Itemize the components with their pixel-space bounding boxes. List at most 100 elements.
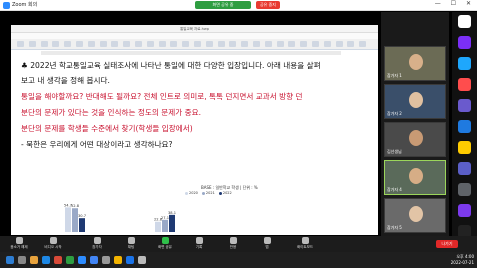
- chart-bar: [79, 218, 85, 232]
- document-line: 통일을 해야할까요? 반대해도 될까요? 전체 인트로 의미로, 톡톡 던지면서…: [21, 92, 303, 101]
- ribbon-tool-icon[interactable]: [111, 41, 119, 47]
- ribbon-tool-icon[interactable]: [52, 41, 60, 47]
- toolbar-item[interactable]: 반응: [218, 237, 248, 250]
- chart-data-label: 52.8: [71, 204, 80, 208]
- ribbon-tool-icon[interactable]: [229, 41, 237, 47]
- ribbon-tool-icon[interactable]: [194, 41, 201, 47]
- ribbon-tool-icon[interactable]: [312, 41, 319, 47]
- legend-swatch: [218, 191, 222, 195]
- zoom-app-icon[interactable]: [458, 141, 471, 154]
- ribbon-tool-icon[interactable]: [135, 41, 142, 47]
- zoom-app-icon[interactable]: [458, 120, 471, 133]
- participant-name: 참가자 5: [387, 225, 402, 230]
- share-status-badge: 화면 공유 중: [195, 1, 251, 9]
- taskbar-app-icon[interactable]: [126, 256, 134, 264]
- toolbar-item-icon: [49, 237, 57, 244]
- participant-tile[interactable]: 참가자 2: [384, 84, 446, 119]
- windows-taskbar: 오후 4:00 2022-07-21: [0, 252, 477, 268]
- document-line: - 북한은 우리에게 어떤 대상이라고 생각하나요?: [21, 140, 173, 149]
- toolbar-item[interactable]: 화면 공유: [150, 237, 180, 250]
- legend-swatch: [185, 191, 188, 195]
- participant-name: 참가자 1: [387, 73, 402, 78]
- participant-tile[interactable]: 참가자 5: [384, 198, 446, 233]
- ribbon-tool-icon[interactable]: [323, 41, 331, 47]
- toolbar-item[interactable]: 참가자: [82, 237, 112, 250]
- taskbar-app-icon[interactable]: [30, 256, 38, 264]
- zoom-app-icon[interactable]: [458, 162, 471, 175]
- participant-tile[interactable]: 참가자 1: [384, 46, 446, 81]
- zoom-app-icon[interactable]: [458, 204, 471, 217]
- ribbon-tool-icon[interactable]: [40, 41, 48, 47]
- participant-video: [409, 130, 423, 146]
- ribbon-tool-icon[interactable]: [182, 41, 190, 47]
- ribbon-tool-icon[interactable]: [264, 41, 272, 47]
- participant-video: [409, 168, 423, 184]
- ribbon-tool-icon[interactable]: [300, 41, 308, 47]
- ribbon-tool-icon[interactable]: [123, 41, 131, 47]
- ribbon-tool-icon[interactable]: [170, 41, 178, 47]
- legend-label: 2022: [222, 191, 232, 195]
- ribbon-tool-icon[interactable]: [28, 41, 36, 47]
- ribbon-tool-icon[interactable]: [288, 41, 296, 47]
- comparison-bar-chart: 54.752.830.722.827.138.1: [64, 203, 176, 232]
- ribbon-tool-icon[interactable]: [158, 41, 166, 47]
- taskbar-app-icon[interactable]: [6, 256, 14, 264]
- taskbar-app-icon[interactable]: [102, 256, 110, 264]
- toolbar-item-label: 화이트보드: [296, 245, 314, 249]
- ribbon-tool-icon[interactable]: [76, 41, 83, 47]
- ribbon-tool-icon[interactable]: [64, 41, 72, 47]
- toolbar-item-label: 화면 공유: [158, 245, 172, 249]
- chart-bar: [155, 221, 161, 232]
- ribbon-tool-icon[interactable]: [146, 41, 154, 47]
- zoom-app-icon[interactable]: [458, 183, 471, 196]
- taskbar-app-icon[interactable]: [18, 256, 26, 264]
- taskbar-app-icon[interactable]: [42, 256, 50, 264]
- toolbar-item[interactable]: 음소거 해제: [4, 237, 34, 250]
- toolbar-item-label: 음소거 해제: [10, 245, 28, 249]
- zoom-app-icon[interactable]: [458, 15, 471, 28]
- document-line: 분단의 문제를 학생들 수준에서 찾기(학생들 입장에서): [21, 124, 193, 133]
- participant-video: [409, 92, 423, 108]
- shared-document-window: 통일교육 자료.hwp 파일편집보기입력서식쪽보안검토도구 ♣ 2022년 학교…: [11, 25, 378, 235]
- taskbar-app-icon[interactable]: [66, 256, 74, 264]
- participant-video: [409, 206, 423, 222]
- ribbon-tool-icon[interactable]: [359, 41, 367, 47]
- legend-swatch: [201, 191, 205, 195]
- taskbar-app-icon[interactable]: [90, 256, 98, 264]
- ribbon-tool-icon[interactable]: [335, 41, 343, 47]
- toolbar-item[interactable]: 채팅: [116, 237, 146, 250]
- ribbon-toolbar[interactable]: [11, 39, 378, 50]
- window-controls[interactable]: — ☐ ✕: [435, 0, 475, 11]
- clock-date: 2022-07-21: [450, 260, 474, 265]
- taskbar-app-icon[interactable]: [54, 256, 62, 264]
- ribbon-tool-icon[interactable]: [87, 41, 95, 47]
- toolbar-item[interactable]: 비디오 시작: [38, 237, 68, 250]
- ribbon-tool-icon[interactable]: [205, 41, 213, 47]
- ribbon-tool-icon[interactable]: [241, 41, 249, 47]
- toolbar-item[interactable]: 앱: [252, 237, 282, 250]
- stop-share-button[interactable]: 공유 중지: [256, 1, 280, 9]
- ribbon-tool-icon[interactable]: [253, 41, 260, 47]
- chart-data-label: 38.1: [168, 211, 176, 215]
- chart-bar: [72, 208, 78, 232]
- zoom-app-icon[interactable]: [458, 99, 471, 112]
- taskbar-app-icon[interactable]: [114, 256, 122, 264]
- end-meeting-button[interactable]: 나가기: [436, 240, 458, 248]
- taskbar-app-icon[interactable]: [138, 256, 146, 264]
- zoom-app-icon[interactable]: [458, 57, 471, 70]
- participant-tile[interactable]: 김선생님: [384, 122, 446, 157]
- toolbar-item[interactable]: 기록: [184, 237, 214, 250]
- ribbon-tool-icon[interactable]: [276, 41, 284, 47]
- document-body: ♣ 2022년 학교통일교육 실태조사에 나타난 통일에 대한 다양한 입장입니…: [11, 56, 378, 235]
- ribbon-tool-icon[interactable]: [99, 41, 107, 47]
- zoom-app-icon[interactable]: [458, 78, 471, 91]
- ribbon-tool-icon[interactable]: [347, 41, 355, 47]
- toolbar-item[interactable]: 화이트보드: [290, 237, 320, 250]
- participant-tile[interactable]: 참가자 4: [384, 160, 446, 195]
- ribbon-tool-icon[interactable]: [17, 41, 24, 47]
- ribbon-tool-icon[interactable]: [217, 41, 225, 47]
- toolbar-item-label: 앱: [265, 245, 269, 249]
- taskbar-app-icon[interactable]: [78, 256, 86, 264]
- toolbar-item-icon: [229, 237, 237, 244]
- zoom-app-icon[interactable]: [458, 36, 471, 49]
